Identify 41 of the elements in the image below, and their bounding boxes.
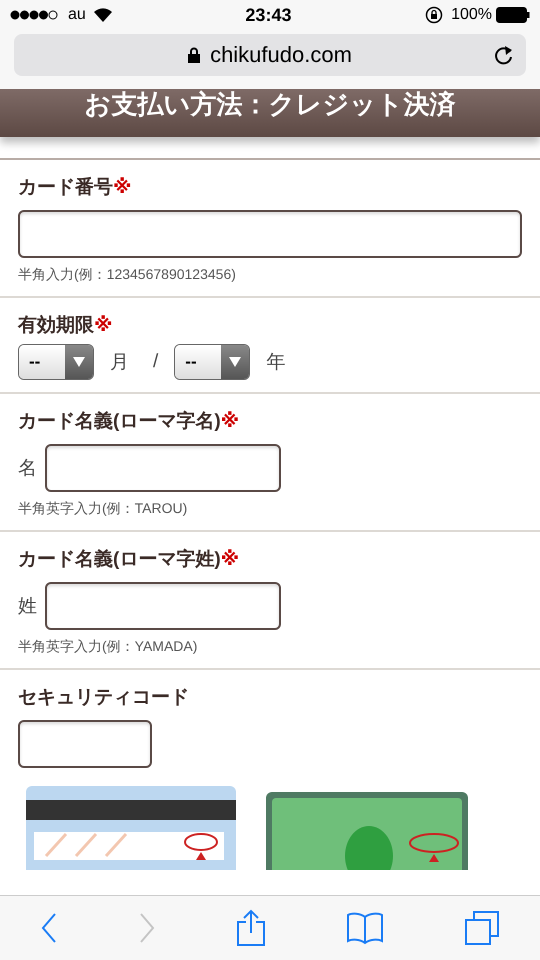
field-label: セキュリティコード — [18, 686, 190, 710]
reload-icon[interactable] — [494, 44, 514, 66]
hint-text: 半角入力(例：1234567890123456) — [18, 266, 237, 284]
dropdown[interactable]: -- — [174, 344, 250, 380]
field-label: カード名義(ローマ字姓)※ — [18, 548, 240, 572]
carrier-name: au — [68, 6, 86, 24]
required-mark: ※ — [220, 549, 240, 570]
signal-icon — [10, 10, 58, 20]
address-bar[interactable]: chikufudo.com — [14, 34, 526, 76]
text-field[interactable] — [45, 444, 281, 492]
lock-icon — [188, 47, 200, 63]
dropdown[interactable]: -- — [18, 344, 94, 380]
caret-icon — [73, 357, 85, 367]
share-icon[interactable] — [236, 909, 266, 947]
rotation-lock-icon — [425, 6, 444, 24]
required-mark: ※ — [94, 315, 112, 336]
unit-label: / — [152, 351, 160, 373]
battery-percent: 100% — [451, 6, 492, 24]
battery-icon — [496, 7, 530, 23]
wifi-icon — [94, 8, 112, 22]
field-label: カード番号※ — [18, 176, 132, 200]
field-label: 有効期限※ — [18, 314, 114, 338]
caret-icon — [229, 357, 242, 367]
prefix-label: 名 — [18, 457, 37, 481]
text-field[interactable] — [18, 720, 152, 768]
required-mark: ※ — [220, 411, 240, 432]
clock-time: 23:43 — [245, 4, 292, 26]
url-text: chikufudo.com — [210, 42, 352, 68]
hint-text: 半角英字入力(例：YAMADA) — [18, 638, 198, 656]
back-icon[interactable] — [40, 912, 58, 944]
text-field[interactable] — [18, 210, 522, 258]
text-field[interactable] — [45, 582, 281, 630]
prefix-label: 姓 — [18, 595, 37, 619]
required-mark: ※ — [113, 177, 132, 198]
book-icon[interactable] — [346, 911, 384, 945]
field-label: カード名義(ローマ字名)※ — [18, 410, 240, 434]
unit-label: 月 — [109, 351, 130, 375]
unit-label: 年 — [265, 351, 286, 375]
hint-text: 半角英字入力(例：TAROU) — [18, 500, 188, 518]
page-title: お支払い方法：クレジット決済 — [84, 89, 456, 121]
tabs-icon[interactable] — [464, 910, 500, 946]
